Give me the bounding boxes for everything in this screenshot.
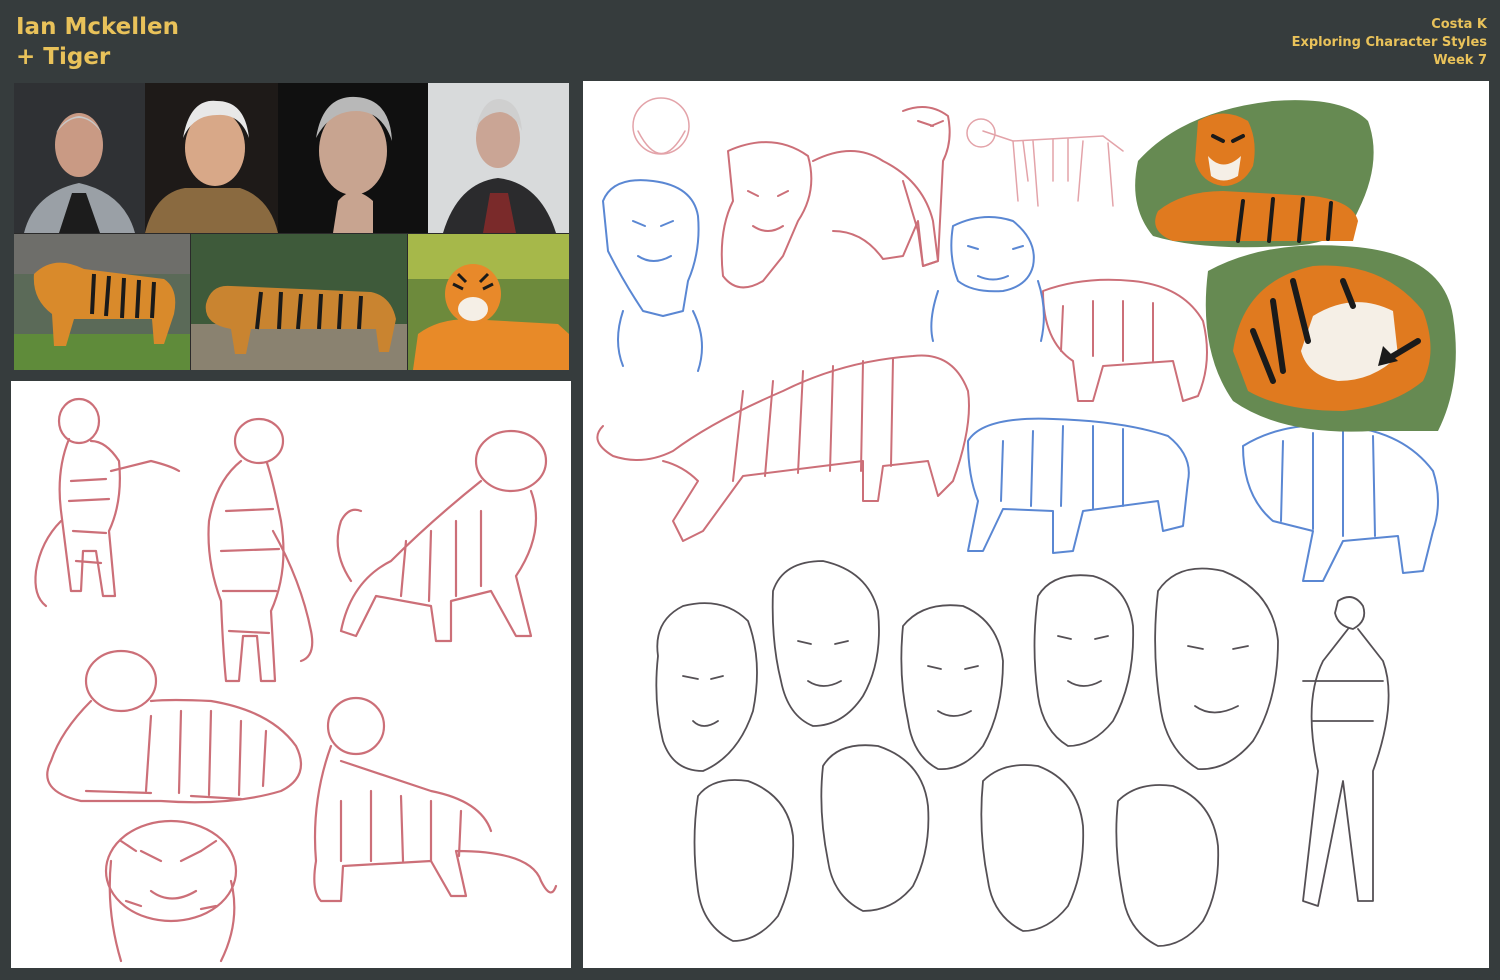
red-tiger-study-sketches [596,106,1208,542]
page-title: Ian Mckellen + Tiger [16,12,179,72]
reference-photo-grid [14,83,569,370]
credits: Costa K Exploring Character Styles Week … [1292,16,1487,70]
tiger-head-sketch [104,819,238,963]
tiger-photo-2 [191,234,407,370]
title-line-1: Ian Mckellen [16,14,179,40]
portrait-photo-4 [428,83,569,233]
study-sketch-panel [583,81,1489,968]
credit-week: Week 7 [1433,53,1487,68]
tiger-photo-1 [14,234,190,370]
standing-tiger-sketch-1 [34,397,181,608]
portrait-photo-1 [14,83,145,233]
portrait-photo-3 [278,83,428,233]
portrait-head-study-sketches [655,560,1390,947]
tiger-character-sketch-panel [11,381,571,968]
tiger-skeleton-sketch [966,118,1124,207]
standing-tiger-sketch-3 [336,429,548,643]
construction-head-sketch [632,97,690,155]
lying-tiger-sketch [46,649,303,804]
credit-author: Costa K [1431,17,1487,32]
prowling-tiger-sketch [313,696,558,903]
colored-tiger-head-inset [1205,245,1456,432]
colored-tiger-lying-inset [1135,100,1374,248]
standing-tiger-sketch-2 [207,417,314,683]
title-line-2: + Tiger [16,44,111,70]
credit-topic: Exploring Character Styles [1291,35,1487,50]
portrait-photo-2 [145,83,278,233]
tiger-photo-3 [408,234,569,370]
